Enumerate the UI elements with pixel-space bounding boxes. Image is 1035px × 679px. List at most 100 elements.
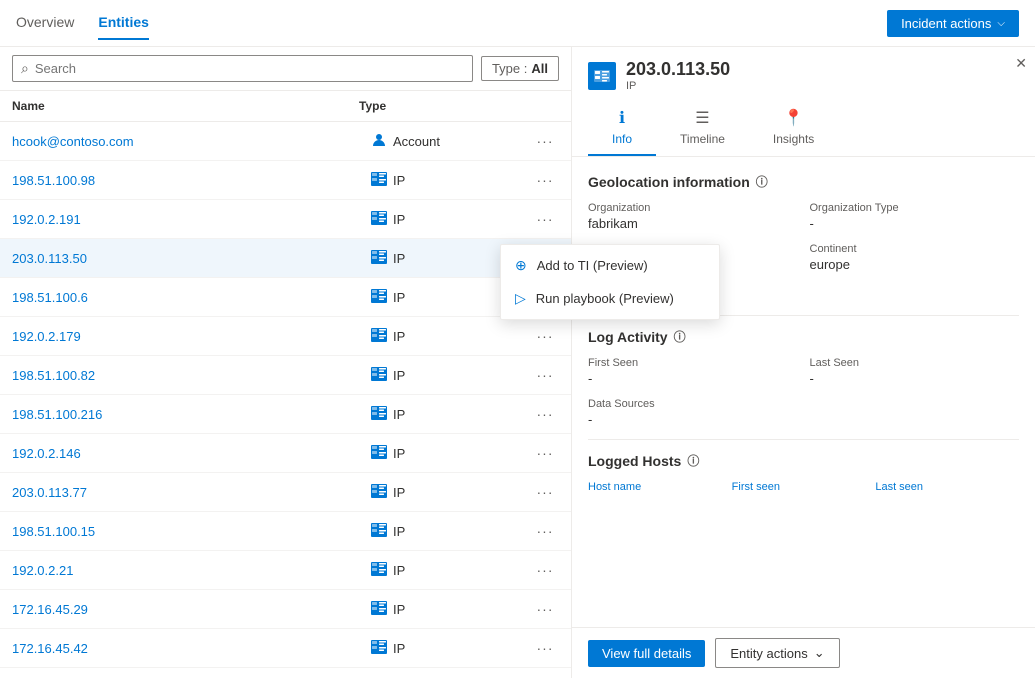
context-menu: ⊕Add to TI (Preview)▷Run playbook (Previ… xyxy=(500,244,720,320)
entity-type-label: IP xyxy=(393,212,405,227)
table-row[interactable]: 198.51.100.15 IP ··· xyxy=(0,512,571,551)
row-actions-button[interactable]: ··· xyxy=(531,558,559,582)
table-header: Name Type xyxy=(0,91,571,122)
table-row[interactable]: 203.0.113.50 IP··· xyxy=(0,239,571,278)
log-activity-title: Log Activity ⓘ xyxy=(588,328,1019,345)
type-label: Type : xyxy=(492,61,527,76)
org-type-value: - xyxy=(810,216,1020,231)
org-type-item: Organization Type - xyxy=(810,202,1020,231)
table-row[interactable]: hcook@contoso.com Account··· xyxy=(0,122,571,161)
row-actions-button[interactable]: ··· xyxy=(531,324,559,348)
table-row[interactable]: 192.0.2.146 IP ··· xyxy=(0,434,571,473)
insights-icon: 📍 xyxy=(784,108,804,128)
entity-actions-button[interactable]: Entity actions ⌄ xyxy=(715,638,839,668)
view-full-details-button[interactable]: View full details xyxy=(588,640,705,667)
entity-name: 192.0.2.191 xyxy=(12,212,371,227)
row-actions-button[interactable]: ··· xyxy=(531,636,559,660)
first-seen-value: - xyxy=(588,371,798,386)
table-row[interactable]: 192.0.2.21 IP··· xyxy=(0,551,571,590)
row-actions-button[interactable]: ··· xyxy=(531,675,559,678)
table-row[interactable]: 10.0.161.135 IP··· xyxy=(0,668,571,678)
last-seen-value: - xyxy=(810,371,1020,386)
context-menu-item[interactable]: ⊕Add to TI (Preview) xyxy=(501,249,719,282)
type-value: All xyxy=(531,61,548,76)
entity-type-cell: IP xyxy=(371,406,531,423)
table-row[interactable]: 198.51.100.216 IP··· xyxy=(0,395,571,434)
entity-type-cell: IP xyxy=(371,601,531,618)
row-actions-button[interactable]: ··· xyxy=(531,519,559,543)
last-seen-col: Last seen xyxy=(875,481,1019,493)
ellipsis-icon: ··· xyxy=(537,172,554,188)
table-row[interactable]: 192.0.2.179 IP··· xyxy=(0,317,571,356)
search-input[interactable] xyxy=(35,61,464,76)
table-row[interactable]: 198.51.100.98 IP··· xyxy=(0,161,571,200)
entity-type-label: IP xyxy=(393,329,405,344)
table-row[interactable]: 172.16.45.29 IP ··· xyxy=(0,590,571,629)
entity-name: 172.16.45.42 xyxy=(12,641,371,656)
entity-type-label: IP xyxy=(393,173,405,188)
tab-timeline[interactable]: ☰ Timeline xyxy=(656,100,749,156)
col-name-header: Name xyxy=(12,99,359,113)
table-row[interactable]: 192.0.2.191 IP ··· xyxy=(0,200,571,239)
entity-header-icon xyxy=(588,62,616,90)
org-type-label: Organization Type xyxy=(810,202,1020,214)
entity-type-label: IP xyxy=(393,524,405,539)
log-activity-info-icon[interactable]: ⓘ xyxy=(674,328,686,345)
row-actions-button[interactable]: ··· xyxy=(531,480,559,504)
context-menu-item[interactable]: ▷Run playbook (Preview) xyxy=(501,282,719,315)
entity-type-label: IP xyxy=(393,641,405,656)
account-icon xyxy=(371,132,387,151)
ip-icon xyxy=(371,445,387,462)
context-menu-item-label: Add to TI (Preview) xyxy=(537,258,648,273)
row-actions-button[interactable]: ··· xyxy=(531,168,559,192)
tab-overview[interactable]: Overview xyxy=(16,6,74,40)
row-actions-button[interactable]: ··· xyxy=(531,129,559,153)
entity-name: 172.16.45.29 xyxy=(12,602,371,617)
first-seen-label: First Seen xyxy=(588,357,798,369)
ip-icon xyxy=(371,211,387,228)
tab-insights[interactable]: 📍 Insights xyxy=(749,100,838,156)
entity-name: 198.51.100.216 xyxy=(12,407,371,422)
row-actions-button[interactable]: ··· xyxy=(531,441,559,465)
ellipsis-icon: ··· xyxy=(537,445,554,461)
row-actions-button[interactable]: ··· xyxy=(531,363,559,387)
entity-type-cell: IP xyxy=(371,445,531,462)
entity-name: 198.51.100.82 xyxy=(12,368,371,383)
table-row[interactable]: 198.51.100.82 IP ··· xyxy=(0,356,571,395)
entity-type-label: IP xyxy=(393,251,405,266)
table-row[interactable]: 203.0.113.77 IP··· xyxy=(0,473,571,512)
last-seen-label: Last Seen xyxy=(810,357,1020,369)
close-button[interactable]: ✕ xyxy=(1015,55,1027,72)
continent-item: Continent europe xyxy=(810,243,1020,272)
tab-entities[interactable]: Entities xyxy=(98,6,149,40)
row-actions-button[interactable]: ··· xyxy=(531,207,559,231)
tab-info[interactable]: ℹ Info xyxy=(588,100,656,156)
incident-actions-button[interactable]: Incident actions ⌵ xyxy=(887,10,1019,37)
logged-hosts-header: Host name First seen Last seen xyxy=(588,481,1019,493)
logged-hosts-info-icon[interactable]: ⓘ xyxy=(687,452,699,469)
entity-name: 198.51.100.15 xyxy=(12,524,371,539)
ellipsis-icon: ··· xyxy=(537,328,554,344)
type-filter[interactable]: Type : All xyxy=(481,56,559,81)
table-row[interactable]: 172.16.45.42 IP ··· xyxy=(0,629,571,668)
row-actions-button[interactable]: ··· xyxy=(531,402,559,426)
table-row[interactable]: 198.51.100.6 IP··· xyxy=(0,278,571,317)
run-playbook-icon: ▷ xyxy=(515,290,526,307)
entity-type-cell: Account xyxy=(371,132,531,151)
entity-type-label: IP xyxy=(393,602,405,617)
entity-type-cell: IP xyxy=(371,640,531,657)
org-value: fabrikam xyxy=(588,216,798,231)
ip-icon xyxy=(371,523,387,540)
entity-type-cell: IP xyxy=(371,367,531,384)
log-activity-grid: First Seen - Last Seen - Data Sources - xyxy=(588,357,1019,427)
entity-name: 192.0.2.146 xyxy=(12,446,371,461)
main-layout: ⌕ Type : All Name Type hcook@contoso.com… xyxy=(0,47,1035,678)
right-footer: View full details Entity actions ⌄ xyxy=(572,627,1035,678)
org-item: Organization fabrikam xyxy=(588,202,798,231)
geolocation-info-icon[interactable]: ⓘ xyxy=(756,173,768,190)
row-actions-button[interactable]: ··· xyxy=(531,597,559,621)
entity-type-label: IP xyxy=(393,446,405,461)
entity-type-cell: IP xyxy=(371,172,531,189)
ellipsis-icon: ··· xyxy=(537,367,554,383)
entity-type-cell: IP xyxy=(371,211,531,228)
